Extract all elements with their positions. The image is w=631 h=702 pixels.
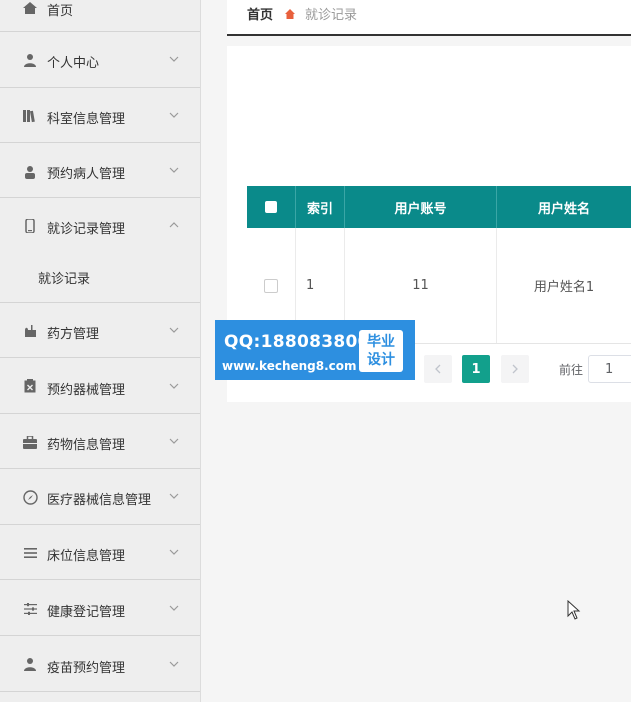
sidebar-item-prescription[interactable]: 药方管理 [0, 302, 200, 358]
column-header-account: 用户账号 [345, 186, 497, 228]
sidebar-item-department[interactable]: 科室信息管理 [0, 88, 200, 143]
person-icon [22, 164, 38, 180]
column-header-index: 索引 [296, 186, 345, 228]
sidebar-item-label: 医疗器械信息管理 [47, 493, 152, 508]
compass-icon [22, 489, 38, 505]
sidebar-item-label: 就诊记录管理 [47, 222, 126, 237]
sidebar-item-personal-center[interactable]: 个人中心 [0, 32, 200, 88]
chevron-down-icon [168, 435, 180, 447]
sidebar-item-device-appointments[interactable]: 预约器械管理 [0, 358, 200, 414]
chevron-down-icon [168, 546, 180, 558]
sidebar-item-home[interactable]: 首页 [0, 0, 200, 32]
clipboard-x-icon [22, 378, 38, 394]
home-icon [284, 5, 296, 19]
pagination-page-current[interactable]: 1 [462, 355, 490, 383]
select-all-checkbox[interactable] [265, 201, 277, 213]
sidebar-item-label: 预约病人管理 [47, 167, 126, 182]
goto-label: 前往 [559, 363, 584, 377]
sidebar-item-drug-info[interactable]: 药物信息管理 [0, 414, 200, 469]
briefcase-icon [22, 434, 38, 450]
sidebar-item-label: 疫苗预约管理 [47, 661, 126, 676]
breadcrumb-home[interactable]: 首页 [247, 4, 273, 23]
breadcrumb: 首页 就诊记录 [227, 0, 631, 36]
chevron-down-icon [168, 658, 180, 670]
home-icon [22, 0, 38, 16]
goto-page-input[interactable] [588, 355, 631, 383]
pagination-next-button[interactable] [501, 355, 529, 383]
sidebar-item-appointment-patients[interactable]: 预约病人管理 [0, 143, 200, 198]
chevron-down-icon [168, 53, 180, 65]
sidebar-item-label: 个人中心 [47, 56, 100, 71]
select-all-checkbox-cell[interactable] [247, 186, 296, 228]
chevron-down-icon [168, 380, 180, 392]
sidebar-item-label: 科室信息管理 [47, 112, 126, 127]
sidebar-item-label: 首页 [47, 4, 74, 19]
cell-name: 用户姓名1 [533, 280, 595, 295]
sidebar-item-label: 药方管理 [47, 327, 100, 342]
user-icon [22, 656, 38, 672]
pagination-prev-button[interactable] [424, 355, 452, 383]
chevron-down-icon [168, 602, 180, 614]
chevron-down-icon [168, 324, 180, 336]
sidebar-item-bed-info[interactable]: 床位信息管理 [0, 525, 200, 580]
sidebar-item-label: 预约器械管理 [47, 383, 126, 398]
user-icon [22, 52, 38, 68]
submenu-item-visit-record[interactable]: 就诊记录 [0, 252, 200, 303]
row-checkbox[interactable] [264, 278, 278, 293]
watermark-badge-line2: 设计 [367, 352, 395, 368]
chevron-up-icon [168, 219, 180, 231]
sidebar-item-medical-devices[interactable]: 医疗器械信息管理 [0, 469, 200, 525]
table-header: 索引 用户账号 用户姓名 [247, 186, 631, 228]
mailbox-icon [22, 323, 38, 339]
watermark-badge: 毕业 设计 [359, 330, 403, 372]
sidebar-item-label: 健康登记管理 [47, 605, 126, 620]
watermark-url: www.kecheng8.com [222, 359, 357, 373]
sidebar-item-label: 药物信息管理 [47, 438, 126, 453]
sidebar-item-vaccine-appointments[interactable]: 疫苗预约管理 [0, 636, 200, 692]
breadcrumb-current: 就诊记录 [305, 8, 358, 23]
chevron-left-icon [435, 364, 441, 374]
sidebar-item-visit-records[interactable]: 就诊记录管理 [0, 198, 200, 252]
watermark-badge-line1: 毕业 [367, 334, 395, 350]
chevron-down-icon [168, 164, 180, 176]
submenu-item-label: 就诊记录 [38, 272, 91, 287]
chevron-down-icon [168, 109, 180, 121]
books-icon [22, 108, 38, 124]
phone-icon [22, 218, 38, 234]
sidebar-item-health-registration[interactable]: 健康登记管理 [0, 580, 200, 636]
chevron-down-icon [168, 490, 180, 502]
sidebar: 首页 个人中心 科室信息管理 预约病人管理 就诊记录管理 就诊记录 药方管理 预… [0, 0, 201, 702]
sliders-icon [22, 601, 38, 617]
list-icon [22, 545, 38, 561]
column-header-name: 用户姓名 [537, 201, 590, 217]
watermark-qq: QQ:188083800 [224, 332, 370, 352]
chevron-right-icon [512, 364, 518, 374]
watermark-banner: QQ:188083800 www.kecheng8.com 毕业 设计 [215, 320, 415, 380]
sidebar-item-label: 床位信息管理 [47, 549, 126, 564]
mouse-cursor-icon [567, 600, 581, 620]
